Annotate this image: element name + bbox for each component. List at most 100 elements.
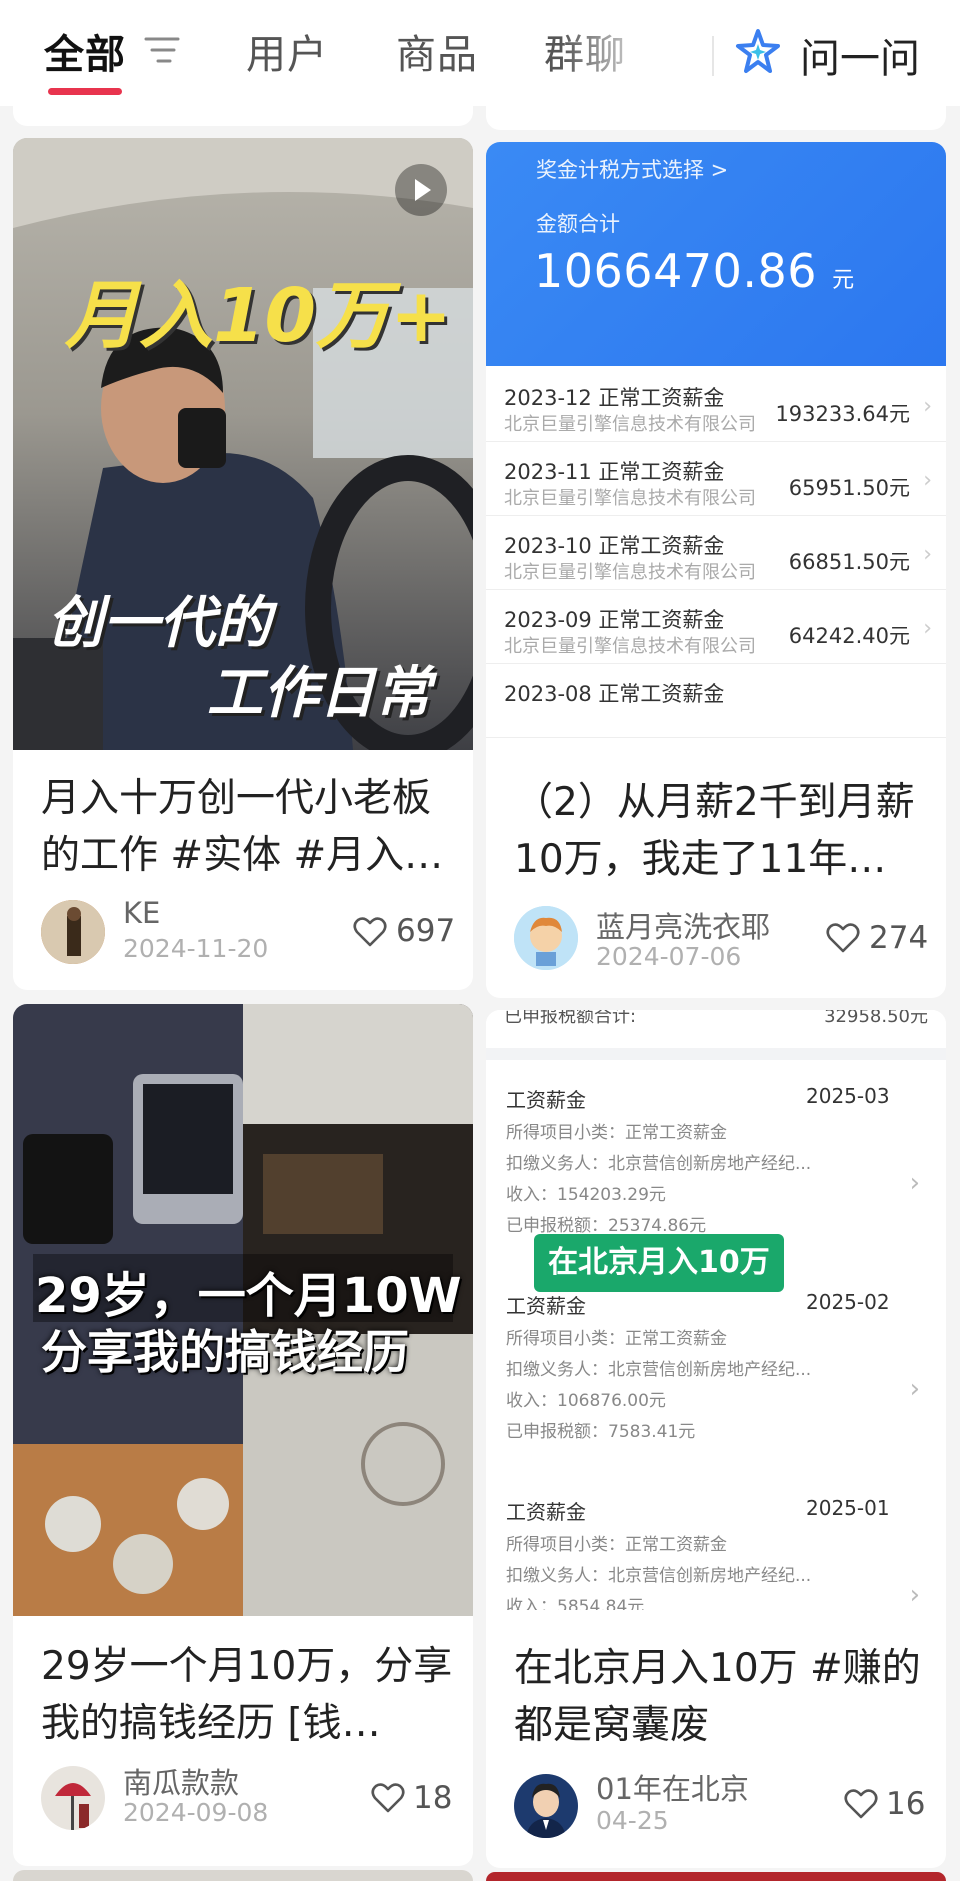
cover-caption: 月入10万+ (65, 273, 452, 359)
cover-badge: 在北京月入10万 (534, 1234, 784, 1292)
record-income: 收入：154203.29元 (506, 1185, 666, 1205)
post-title[interactable]: 月入十万创一代小老板的工作 #实体 #月入… (41, 770, 453, 884)
post-card[interactable]: 29岁，一个月10W 分享我的搞钱经历 29岁一个月10万，分享我的搞钱经历 [… (13, 1004, 473, 1866)
row-company: 北京巨量引擎信息技术有限公司 (504, 636, 756, 657)
post-title[interactable]: （2）从月薪2千到月薪10万，我走了11年… (514, 774, 926, 888)
total-amount-value: 1066470.86 (534, 244, 818, 298)
author-name[interactable]: 01年在北京 (596, 1766, 749, 1808)
total-declared-tax: 32958.50元 已申报税额合计: (504, 1010, 928, 1028)
like-count: 16 (886, 1786, 926, 1822)
record-month: 2025-02 (806, 1290, 890, 1314)
cover-caption: 分享我的搞钱经历 (41, 1325, 409, 1379)
record-payer: 扣缴义务人：北京营信创新房地产经纪... (506, 1154, 812, 1174)
tab-users[interactable]: 用户 (246, 22, 328, 80)
record-payer: 扣缴义务人：北京营信创新房地产经纪... (506, 1566, 812, 1586)
next-card-top (486, 1872, 946, 1881)
heart-icon[interactable] (353, 916, 387, 948)
like-count: 274 (869, 920, 929, 956)
heart-icon[interactable] (826, 922, 860, 954)
divider (712, 36, 714, 76)
post-cover-image[interactable]: 月入10万+ 创一代的 工作日常 (13, 138, 473, 750)
row-title: 2023-12 正常工资薪金 (504, 386, 725, 410)
post-card[interactable]: 奖金计税方式选择 > 金额合计 1066470.86 元 2023-12 正常工… (486, 142, 946, 998)
author-name[interactable]: 南瓜款款 (123, 1760, 239, 1802)
heart-icon[interactable] (371, 1782, 405, 1814)
record-type: 工资薪金 (506, 1088, 586, 1112)
row-value: 66851.50元 (788, 550, 910, 574)
star-sparkle-icon[interactable] (734, 28, 782, 76)
avatar[interactable] (41, 1766, 105, 1830)
salary-list: 2023-12 正常工资薪金 北京巨量引擎信息技术有限公司 193233.64元… (486, 368, 946, 738)
row-value: 193233.64元 (775, 402, 910, 426)
post-cover-image[interactable]: 32958.50元 已申报税额合计: 工资薪金 2025-03 所得项目小类：正常… (486, 1010, 946, 1610)
next-card-top (13, 1870, 473, 1881)
post-date: 2024-11-20 (123, 934, 269, 963)
row-title: 2023-10 正常工资薪金 (504, 534, 725, 558)
author-name[interactable]: KE (123, 896, 160, 930)
record-payer: 扣缴义务人：北京营信创新房地产经纪... (506, 1360, 812, 1380)
previous-card-bottom (486, 106, 946, 130)
record-subcategory: 所得项目小类：正常工资薪金 (506, 1329, 727, 1349)
post-date: 2024-09-08 (123, 1798, 269, 1827)
total-declared-tax-label: 已申报税额合计: (504, 1010, 637, 1027)
filter-icon[interactable] (144, 34, 180, 66)
record-tax: 已申报税额：25374.86元 (506, 1216, 707, 1236)
chevron-right-icon: › (923, 394, 932, 419)
tab-products[interactable]: 商品 (396, 22, 478, 80)
cover-caption: 创一代的 (47, 591, 271, 656)
list-item: 2023-11 正常工资薪金 北京巨量引擎信息技术有限公司 65951.50元 … (486, 442, 946, 516)
post-date: 04-25 (596, 1806, 669, 1835)
row-title: 2023-09 正常工资薪金 (504, 608, 725, 632)
record-type: 工资薪金 (506, 1500, 586, 1524)
list-item: 2023-09 正常工资薪金 北京巨量引擎信息技术有限公司 64242.40元 … (486, 590, 946, 664)
avatar[interactable] (514, 906, 578, 970)
record-type: 工资薪金 (506, 1294, 586, 1318)
chevron-right-icon: › (923, 616, 932, 641)
tax-record: 工资薪金 2025-03 所得项目小类：正常工资薪金 扣缴义务人：北京营信创新房… (486, 1084, 946, 1254)
author-name[interactable]: 蓝月亮洗衣耶 (596, 904, 770, 946)
video-play-icon (395, 164, 447, 216)
record-month: 2025-03 (806, 1084, 890, 1108)
record-subcategory: 所得项目小类：正常工资薪金 (506, 1535, 727, 1555)
heart-icon[interactable] (844, 1788, 878, 1820)
post-date: 2024-07-06 (596, 942, 742, 971)
cover-caption: 工作日常 (207, 661, 431, 726)
post-cover-image[interactable]: 29岁，一个月10W 分享我的搞钱经历 (13, 1004, 473, 1616)
like-count: 18 (413, 1780, 453, 1816)
record-month: 2025-01 (806, 1496, 890, 1520)
tax-record: 工资薪金 2025-01 所得项目小类：正常工资薪金 扣缴义务人：北京营信创新房… (486, 1496, 946, 1610)
list-item: 2023-10 正常工资薪金 北京巨量引擎信息技术有限公司 66851.50元 … (486, 516, 946, 590)
salary-summary-panel: 奖金计税方式选择 > 金额合计 1066470.86 元 (486, 142, 946, 366)
ask-button[interactable]: 问一问 (800, 26, 920, 84)
top-tab-bar: 全部 用户 商品 群聊 问一问 (0, 0, 960, 106)
post-card[interactable]: 32958.50元 已申报税额合计: 工资薪金 2025-03 所得项目小类：正常… (486, 1010, 946, 1868)
record-subcategory: 所得项目小类：正常工资薪金 (506, 1123, 727, 1143)
row-company: 北京巨量引擎信息技术有限公司 (504, 414, 756, 435)
chevron-right-icon: › (909, 1374, 920, 1404)
post-title[interactable]: 29岁一个月10万，分享我的搞钱经历 [钱… (41, 1638, 453, 1752)
like-count: 697 (396, 913, 456, 949)
record-tax: 已申报税额：7583.41元 (506, 1422, 696, 1442)
post-cover-image[interactable]: 奖金计税方式选择 > 金额合计 1066470.86 元 2023-12 正常工… (486, 142, 946, 748)
avatar[interactable] (41, 900, 105, 964)
row-value: 64242.40元 (788, 624, 910, 648)
record-income: 收入：106876.00元 (506, 1391, 666, 1411)
active-tab-indicator (48, 88, 122, 95)
previous-card-bottom (13, 106, 473, 126)
record-income: 收入：5854.84元 (506, 1597, 645, 1610)
row-title: 2023-08 正常工资薪金 (504, 682, 725, 706)
avatar[interactable] (514, 1774, 578, 1838)
amount-unit: 元 (832, 268, 855, 293)
tab-all[interactable]: 全部 (44, 22, 126, 80)
row-company: 北京巨量引擎信息技术有限公司 (504, 562, 756, 583)
amount-label: 金额合计 (536, 212, 620, 236)
post-card[interactable]: 月入10万+ 创一代的 工作日常 月入十万创一代小老板的工作 #实体 #月入… … (13, 138, 473, 990)
total-amount: 1066470.86 元 (534, 244, 855, 298)
total-declared-tax-value: 32958.50元 (824, 1010, 928, 1027)
post-title[interactable]: 在北京月入10万 #赚的都是窝囊废 (514, 1640, 926, 1754)
divider (486, 1048, 946, 1060)
chevron-right-icon: › (909, 1580, 920, 1610)
chevron-right-icon: › (909, 1168, 920, 1198)
chevron-right-icon: › (923, 468, 932, 493)
tax-record: 工资薪金 2025-02 所得项目小类：正常工资薪金 扣缴义务人：北京营信创新房… (486, 1290, 946, 1460)
